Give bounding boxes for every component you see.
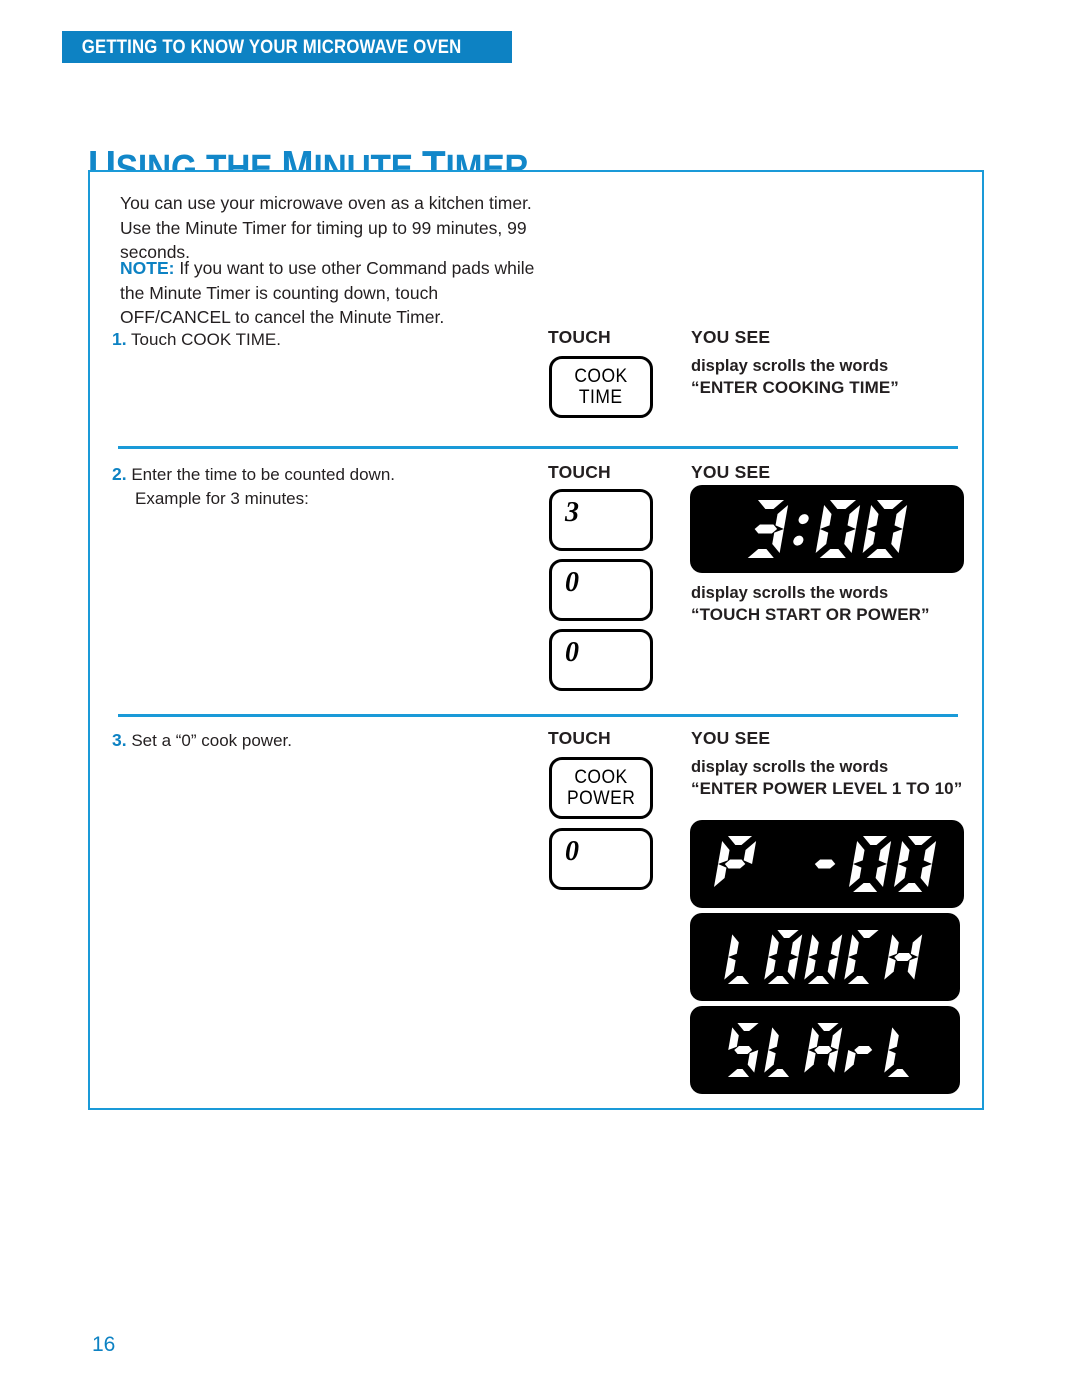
step-2-you-see-text: display scrolls the words “TOUCH START O… [691, 582, 930, 626]
key-cook-time[interactable]: COOK TIME [549, 356, 653, 418]
step-1-you-see-text: display scrolls the words “ENTER COOKING… [691, 355, 899, 399]
key-cook-power[interactable]: COOK POWER [549, 757, 653, 819]
step-1-text: Touch COOK TIME. [131, 330, 281, 349]
step-2-number: 2. [112, 464, 127, 484]
lcd-display-start [690, 1006, 960, 1094]
key-digit-0-a-label: 0 [565, 567, 579, 598]
intro-note: NOTE: If you want to use other Command p… [120, 256, 540, 330]
step-1-instruction: 1. Touch COOK TIME. [112, 327, 562, 352]
intro-paragraph-1: You can use your microwave oven as a kit… [120, 191, 540, 265]
step-3-you-see-text: display scrolls the words “ENTER POWER L… [691, 756, 962, 800]
key-digit-0-b-label: 0 [565, 637, 579, 668]
step-1-see-line-1: display scrolls the words [691, 357, 889, 375]
step-2-instruction: 2. Enter the time to be counted down. Ex… [112, 462, 562, 511]
step-2-text: Enter the time to be counted down. [131, 465, 396, 484]
section-divider-1 [118, 446, 958, 449]
key-digit-0-b[interactable]: 0 [549, 629, 653, 691]
section-divider-2 [118, 714, 958, 717]
step-3-instruction: 3. Set a “0” cook power. [112, 728, 562, 753]
note-body: If you want to use other Command pads wh… [120, 258, 535, 327]
step-1-see-line-2: “ENTER COOKING TIME” [691, 378, 899, 397]
key-cook-time-line-1: COOK [574, 366, 628, 387]
running-header-text: GETTING TO KNOW YOUR MICROWAVE OVEN [81, 35, 462, 58]
lcd-display-touch [690, 913, 960, 1001]
step-1-number: 1. [112, 329, 127, 349]
lcd-display-time [690, 485, 964, 573]
step-3-line-1: 3. Set a “0” cook power. [112, 728, 562, 753]
intro-note-text: NOTE: If you want to use other Command p… [120, 256, 540, 330]
key-cook-power-line-1: COOK [574, 767, 628, 788]
page-number: 16 [92, 1333, 116, 1356]
step-2-text-2: Example for 3 minutes: [135, 489, 309, 508]
step-3-number: 3. [112, 730, 127, 750]
key-digit-3[interactable]: 3 [549, 489, 653, 551]
step-2-line-1: 2. Enter the time to be counted down. [112, 462, 562, 487]
column-header-yousee-3: YOU SEE [691, 728, 771, 748]
instruction-panel: You can use your microwave oven as a kit… [88, 170, 984, 1110]
column-header-yousee-1: YOU SEE [691, 327, 771, 347]
column-header-touch-1: TOUCH [548, 327, 611, 347]
key-digit-0-a[interactable]: 0 [549, 559, 653, 621]
step-3-see-line-2: “ENTER POWER LEVEL 1 TO 10” [691, 779, 963, 798]
key-digit-3-label: 3 [565, 497, 579, 528]
column-header-yousee-2: YOU SEE [691, 462, 771, 482]
lcd-display-power-level [690, 820, 964, 908]
note-label: NOTE: [120, 258, 175, 278]
intro-paragraph-1-text: You can use your microwave oven as a kit… [120, 193, 532, 262]
step-2-see-line-1: display scrolls the words [691, 584, 889, 602]
key-digit-0-power-label: 0 [565, 836, 579, 867]
step-1-line-1: 1. Touch COOK TIME. [112, 327, 562, 352]
column-header-touch-2: TOUCH [548, 462, 611, 482]
step-2-see-line-2: “TOUCH START OR POWER” [691, 605, 930, 624]
key-cook-time-line-2: TIME [579, 387, 623, 408]
step-3-text: Set a “0” cook power. [131, 731, 292, 750]
step-3-see-line-1: display scrolls the words [691, 758, 889, 776]
running-header-banner: GETTING TO KNOW YOUR MICROWAVE OVEN [62, 31, 512, 63]
key-digit-0-power[interactable]: 0 [549, 828, 653, 890]
key-cook-power-line-2: POWER [566, 788, 636, 809]
column-header-touch-3: TOUCH [548, 728, 611, 748]
